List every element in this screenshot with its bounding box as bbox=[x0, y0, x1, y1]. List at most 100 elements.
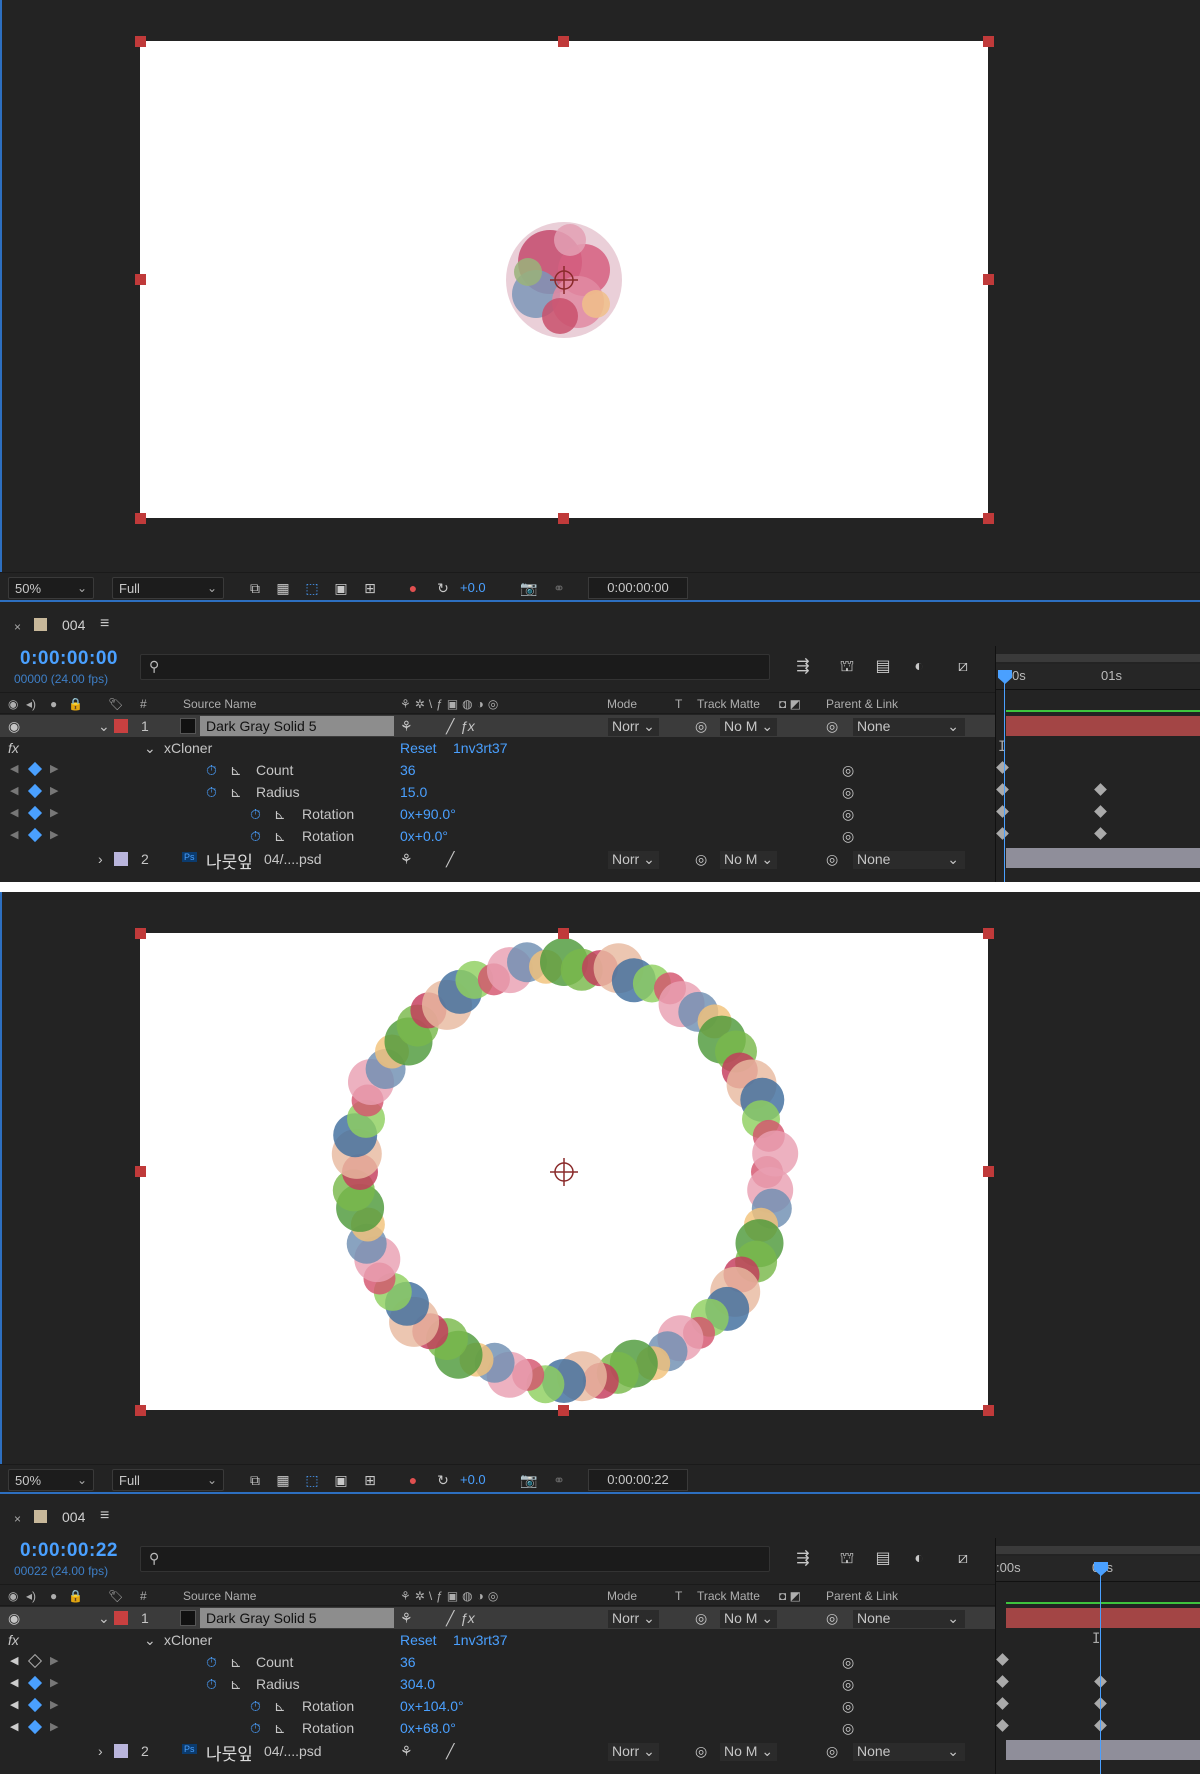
stopwatch-icon[interactable]: ⏱ bbox=[206, 762, 217, 779]
graph-editor-icon[interactable]: ⧄ bbox=[952, 1548, 974, 1570]
stopwatch-icon[interactable]: ⏱ bbox=[250, 828, 261, 845]
motion-blur-icon[interactable]: ◐ bbox=[908, 1548, 930, 1570]
camera-snapshot-icon[interactable]: 📷 bbox=[520, 1471, 538, 1489]
quality-switch-icon[interactable]: ╱ bbox=[446, 851, 454, 868]
track-matte-dropdown[interactable]: No M ⌄ bbox=[720, 851, 778, 869]
next-keyframe-icon[interactable]: ▶ bbox=[50, 806, 58, 819]
add-keyframe-icon[interactable] bbox=[27, 827, 43, 843]
layer-label-color[interactable] bbox=[114, 719, 128, 733]
grid-guides-icon[interactable]: ⊞ bbox=[361, 1471, 379, 1489]
quality-switch-icon[interactable]: ╱ bbox=[446, 1610, 454, 1627]
property-row-rotation-1[interactable]: ◀ ▶ ⏱ ⊾ Rotation 0x+90.0° ◎ bbox=[0, 803, 995, 825]
keyframe-rotation1-0[interactable] bbox=[996, 1697, 1009, 1710]
add-keyframe-icon[interactable] bbox=[27, 761, 43, 777]
property-value[interactable]: 15.0 bbox=[400, 784, 427, 800]
composition-canvas[interactable] bbox=[140, 933, 988, 1410]
fast-previews-icon[interactable]: ⧉ bbox=[246, 1471, 264, 1489]
prev-keyframe-icon[interactable]: ◀ bbox=[10, 762, 18, 775]
eye-icon[interactable]: ◉ bbox=[8, 697, 18, 711]
layer-search-input[interactable]: ⚲ bbox=[140, 654, 770, 680]
track-matte-dropdown[interactable]: No M ⌄ bbox=[720, 1610, 778, 1628]
effect-preset-link[interactable]: 1nv3rt37 bbox=[453, 1632, 507, 1648]
composition-flowchart-icon[interactable]: ⇶ bbox=[792, 656, 814, 678]
twirl-closed-icon[interactable]: › bbox=[98, 1743, 103, 1759]
reset-exposure-icon[interactable]: ↻ bbox=[434, 1471, 452, 1489]
zoom-dropdown[interactable]: 50% ⌄ bbox=[8, 1469, 94, 1491]
region-of-interest-icon[interactable]: ▣ bbox=[332, 579, 350, 597]
prev-keyframe-icon[interactable]: ◀ bbox=[10, 1654, 18, 1667]
color-channels-icon[interactable]: ● bbox=[404, 579, 422, 597]
property-value[interactable]: 304.0 bbox=[400, 1676, 435, 1692]
work-area-bar[interactable] bbox=[996, 1546, 1200, 1554]
layer-2-bar-row[interactable] bbox=[996, 847, 1200, 868]
twirl-closed-icon[interactable]: › bbox=[98, 851, 103, 867]
visibility-eye-icon[interactable]: ◉ bbox=[8, 1610, 20, 1627]
composition-viewer[interactable] bbox=[0, 892, 1200, 1464]
transform-handle-middle-right[interactable] bbox=[983, 1166, 994, 1177]
current-time-display[interactable]: 0:00:00:22 bbox=[20, 1540, 118, 1562]
property-value[interactable]: 36 bbox=[400, 762, 416, 778]
layer-1-duration-bar[interactable] bbox=[1006, 1608, 1200, 1628]
layer-row-1[interactable]: ◉ ⌄ 1 Dark Gray Solid 5 ⚘ ╱ ƒx Norr ⌄ ◎ … bbox=[0, 715, 995, 737]
property-row-radius[interactable]: ◀ ▶ ⏱ ⊾ Radius 304.0 ◎ bbox=[0, 1673, 995, 1695]
pick-whip-icon[interactable]: ◎ bbox=[826, 851, 838, 868]
stopwatch-icon[interactable]: ⏱ bbox=[250, 1720, 261, 1737]
graph-icon[interactable]: ⊾ bbox=[274, 1698, 286, 1715]
add-keyframe-icon[interactable] bbox=[27, 1719, 43, 1735]
parent-dropdown[interactable]: None ⌄ bbox=[853, 1610, 965, 1628]
layer-name[interactable]: Dark Gray Solid 5 bbox=[200, 716, 394, 736]
transform-handle-middle-right[interactable] bbox=[983, 274, 994, 285]
transparency-grid-icon[interactable]: ▦ bbox=[274, 579, 292, 597]
solo-icon[interactable]: ● bbox=[50, 697, 57, 711]
layer-1-bar-row[interactable] bbox=[996, 715, 1200, 736]
transform-handle-top-left[interactable] bbox=[135, 928, 146, 939]
quality-switch-icon[interactable]: ╱ bbox=[446, 1743, 454, 1760]
audio-icon[interactable]: ◂) bbox=[26, 1589, 36, 1603]
layer-2-duration-bar[interactable] bbox=[1006, 1740, 1200, 1760]
keyframe-rotation1-0[interactable] bbox=[996, 805, 1009, 818]
frame-blending-icon[interactable]: ▤ bbox=[872, 1548, 894, 1570]
pick-whip-icon[interactable]: ◎ bbox=[826, 718, 838, 735]
graph-icon[interactable]: ⊾ bbox=[230, 762, 242, 779]
keyframe-count-0[interactable] bbox=[996, 1653, 1009, 1666]
stopwatch-icon[interactable]: ⏱ bbox=[206, 784, 217, 801]
layer-2-bar-row[interactable] bbox=[996, 1739, 1200, 1760]
preserve-transparency-icon[interactable]: ◎ bbox=[695, 1610, 707, 1627]
keyframe-rotation1-1[interactable] bbox=[1094, 805, 1107, 818]
layer-row-1[interactable]: ◉ ⌄ 1 Dark Gray Solid 5 ⚘ ╱ ƒx Norr ⌄ ◎ … bbox=[0, 1607, 995, 1629]
track-matte-dropdown[interactable]: No M ⌄ bbox=[720, 1743, 778, 1761]
twirl-open-icon[interactable]: ⌄ bbox=[98, 718, 110, 735]
graph-icon[interactable]: ⊾ bbox=[230, 1676, 242, 1693]
label-icon[interactable]: 🏷 bbox=[108, 1589, 123, 1603]
effect-row[interactable]: fx ⌄ xCloner Reset 1nv3rt37 bbox=[0, 737, 995, 759]
prev-keyframe-icon[interactable]: ◀ bbox=[10, 828, 18, 841]
blend-mode-dropdown[interactable]: Norr ⌄ bbox=[608, 851, 659, 869]
add-keyframe-icon[interactable] bbox=[27, 1675, 43, 1691]
next-keyframe-icon[interactable]: ▶ bbox=[50, 828, 58, 841]
panel-menu-icon[interactable]: ≡ bbox=[100, 615, 109, 633]
parent-dropdown[interactable]: None ⌄ bbox=[853, 718, 965, 736]
layer-name[interactable]: 04/....psd bbox=[264, 1743, 322, 1759]
transform-handle-middle-left[interactable] bbox=[135, 1166, 146, 1177]
pick-whip-icon[interactable]: ◎ bbox=[826, 1610, 838, 1627]
frame-blending-icon[interactable]: ▤ bbox=[872, 656, 894, 678]
mask-path-icon[interactable]: ⬚ bbox=[303, 579, 321, 597]
property-row-rotation-2[interactable]: ◀ ▶ ⏱ ⊾ Rotation 0x+0.0° ◎ bbox=[0, 825, 995, 847]
show-snapshot-icon[interactable]: ⚭ bbox=[550, 1471, 568, 1489]
keyframe-rotation2-1[interactable] bbox=[1094, 827, 1107, 840]
property-value[interactable]: 0x+90.0° bbox=[400, 806, 456, 822]
mask-path-icon[interactable]: ⬚ bbox=[303, 1471, 321, 1489]
expression-pickwhip-icon[interactable]: ◎ bbox=[842, 762, 854, 779]
property-value[interactable]: 36 bbox=[400, 1654, 416, 1670]
composition-flowchart-icon[interactable]: ⇶ bbox=[792, 1548, 814, 1570]
next-keyframe-icon[interactable]: ▶ bbox=[50, 784, 58, 797]
expression-pickwhip-icon[interactable]: ◎ bbox=[842, 1698, 854, 1715]
keyframe-radius-0[interactable] bbox=[996, 783, 1009, 796]
col-source-name[interactable]: Source Name bbox=[183, 697, 256, 711]
layer-name-prefix[interactable]: 나뭇잎 bbox=[206, 848, 253, 873]
viewer-timecode[interactable]: 0:00:00:22 bbox=[588, 1469, 688, 1491]
layer-label-color[interactable] bbox=[114, 852, 128, 866]
transform-handle-top-center[interactable] bbox=[558, 928, 569, 939]
property-row-rotation-2[interactable]: ◀ ▶ ⏱ ⊾ Rotation 0x+68.0° ◎ bbox=[0, 1717, 995, 1739]
next-keyframe-icon[interactable]: ▶ bbox=[50, 1698, 58, 1711]
